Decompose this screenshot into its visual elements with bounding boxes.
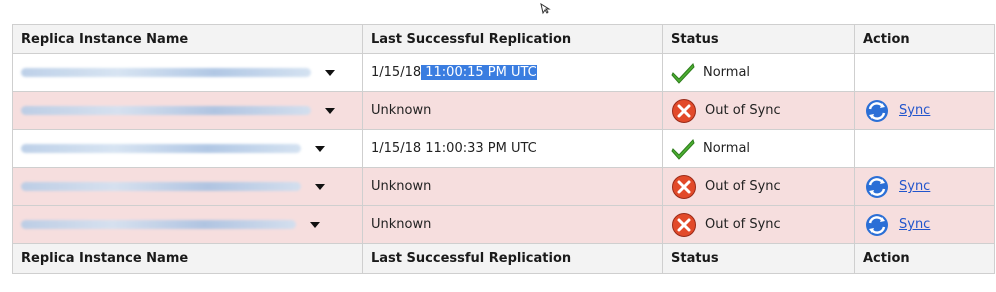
table-footer-row: Replica Instance Name Last Successful Re… [12, 243, 995, 274]
error-icon [672, 174, 696, 199]
replication-date: Unknown [371, 103, 432, 118]
footer-header-status[interactable]: Status [662, 243, 855, 274]
replica-table: Replica Instance Name Last Successful Re… [12, 24, 995, 274]
replication-date: 1/15/18 [371, 65, 422, 80]
last-replication-cell: Unknown [362, 91, 663, 130]
column-header-action[interactable]: Action [854, 24, 995, 54]
footer-header-replica-instance-name[interactable]: Replica Instance Name [12, 243, 363, 274]
column-header-status[interactable]: Status [662, 24, 855, 54]
column-header-last-successful-replication[interactable]: Last Successful Replication [362, 24, 663, 54]
dropdown-caret-icon[interactable] [310, 221, 321, 228]
last-replication-cell: 1/15/18 11:00:33 PM UTC [362, 129, 663, 168]
redacted-instance-name [21, 68, 311, 77]
sync-icon[interactable] [863, 212, 891, 238]
dropdown-caret-icon[interactable] [315, 183, 326, 190]
status-cell: Normal [662, 129, 855, 168]
action-cell: Sync [854, 91, 995, 130]
status-cell: Out of Sync [662, 167, 855, 206]
error-icon [672, 98, 696, 123]
table-row: 1/15/18 11:00:33 PM UTC Normal [12, 129, 995, 168]
status-text: Out of Sync [705, 103, 781, 118]
table-row: Unknown Out of Sync Sync [12, 91, 995, 130]
redacted-instance-name [21, 182, 301, 191]
check-icon [671, 62, 695, 84]
action-cell: Sync [854, 167, 995, 206]
sync-icon[interactable] [863, 98, 891, 124]
status-text: Normal [703, 141, 751, 156]
action-cell [854, 53, 995, 92]
replication-date: Unknown [371, 179, 432, 194]
table-header-row: Replica Instance Name Last Successful Re… [12, 24, 995, 54]
last-replication-cell: 1/15/18 11:00:15 PM UTC [362, 53, 663, 92]
sync-icon[interactable] [863, 174, 891, 200]
dropdown-caret-icon[interactable] [315, 145, 326, 152]
status-cell: Out of Sync [662, 205, 855, 244]
dropdown-caret-icon[interactable] [325, 107, 336, 114]
last-replication-cell: Unknown [362, 205, 663, 244]
replica-instance-name-cell[interactable] [12, 129, 363, 168]
mouse-cursor-icon [540, 3, 551, 15]
dropdown-caret-icon[interactable] [325, 69, 336, 76]
action-cell [854, 129, 995, 168]
replica-instance-name-cell[interactable] [12, 205, 363, 244]
status-cell: Out of Sync [662, 91, 855, 130]
table-row: Unknown Out of Sync Sync [12, 205, 995, 244]
sync-link[interactable]: Sync [899, 103, 930, 118]
status-text: Out of Sync [705, 179, 781, 194]
status-text: Out of Sync [705, 217, 781, 232]
replica-instance-name-cell[interactable] [12, 53, 363, 92]
column-header-replica-instance-name[interactable]: Replica Instance Name [12, 24, 363, 54]
replication-date: 1/15/18 11:00:33 PM UTC [371, 141, 537, 156]
footer-header-action[interactable]: Action [854, 243, 995, 274]
sync-link[interactable]: Sync [899, 217, 930, 232]
redacted-instance-name [21, 220, 296, 229]
check-icon [671, 138, 695, 160]
replication-time-selected: 11:00:15 PM UTC [421, 65, 537, 80]
replica-instance-name-cell[interactable] [12, 167, 363, 206]
table-row: 1/15/18 11:00:15 PM UTC Normal [12, 53, 995, 92]
sync-link[interactable]: Sync [899, 179, 930, 194]
redacted-instance-name [21, 144, 301, 153]
redacted-instance-name [21, 106, 311, 115]
status-text: Normal [703, 65, 751, 80]
table-row: Unknown Out of Sync Sync [12, 167, 995, 206]
replica-instance-name-cell[interactable] [12, 91, 363, 130]
status-cell: Normal [662, 53, 855, 92]
error-icon [672, 212, 696, 237]
replication-date: Unknown [371, 217, 432, 232]
action-cell: Sync [854, 205, 995, 244]
last-replication-cell: Unknown [362, 167, 663, 206]
footer-header-last-successful-replication[interactable]: Last Successful Replication [362, 243, 663, 274]
